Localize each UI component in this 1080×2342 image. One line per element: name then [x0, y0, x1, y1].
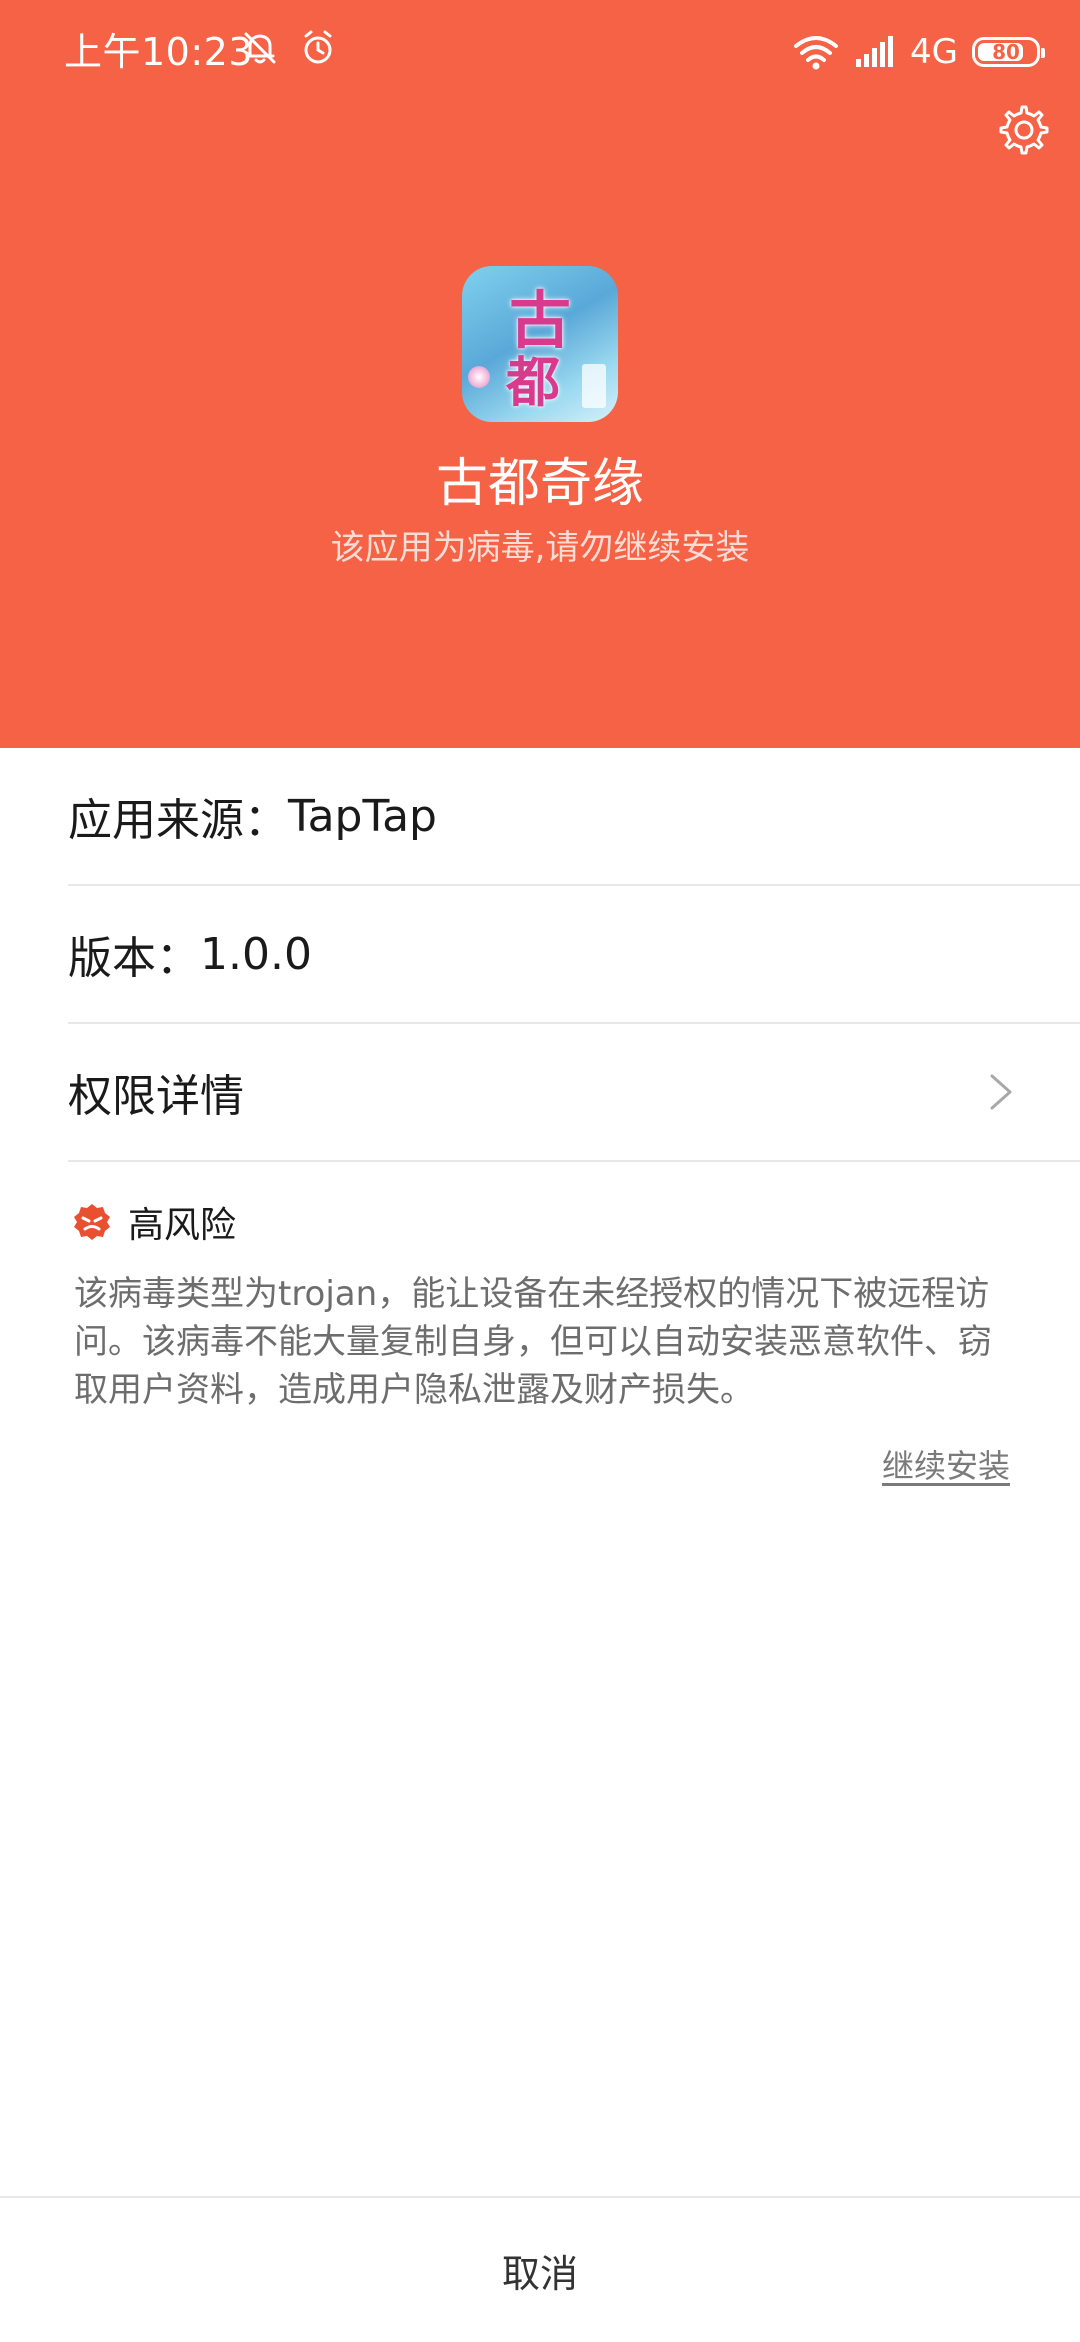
status-time: 上午10:23	[64, 30, 254, 74]
app-icon-seal	[582, 364, 606, 408]
cancel-button[interactable]: 取消	[0, 2196, 1080, 2342]
risk-badge-icon	[74, 1204, 110, 1240]
battery-level: 80	[992, 40, 1020, 64]
status-right: 4G 80	[792, 28, 1045, 76]
chevron-right-icon	[990, 1074, 1012, 1110]
permissions-row[interactable]: 权限详情	[68, 1024, 1080, 1162]
cancel-label: 取消	[501, 2251, 578, 2296]
header: 上午10:23 4G 80 古 都 古都奇缘 该应用为病毒,请勿继续安装	[0, 0, 1080, 748]
version-value: 1.0.0	[200, 928, 312, 980]
status-left-icons	[240, 28, 338, 68]
info-list: 应用来源： TapTap 版本： 1.0.0 权限详情	[0, 748, 1080, 1162]
virus-warning: 该应用为病毒,请勿继续安装	[330, 528, 750, 568]
risk-header: 高风险	[72, 1198, 236, 1246]
risk-description: 该病毒类型为trojan，能让设备在未经授权的情况下被远程访问。该病毒不能大量复…	[74, 1274, 992, 1410]
continue-install-link[interactable]: 继续安装	[882, 1444, 1010, 1488]
mute-bell-icon	[244, 32, 276, 64]
signal-icon	[856, 36, 894, 67]
app-icon: 古 都	[462, 266, 618, 422]
version-row: 版本： 1.0.0	[68, 886, 1080, 1024]
status-bar: 上午10:23 4G 80	[0, 0, 1080, 100]
app-source-row: 应用来源： TapTap	[68, 748, 1080, 886]
app-source-value: TapTap	[288, 790, 437, 842]
version-label: 版本：	[68, 933, 200, 984]
app-name: 古都奇缘	[435, 454, 644, 514]
alarm-icon	[304, 30, 332, 64]
battery-icon: 80	[972, 37, 1045, 67]
app-source-label: 应用来源：	[68, 795, 288, 846]
network-type: 4G	[910, 32, 958, 72]
permissions-label: 权限详情	[68, 1071, 244, 1122]
wifi-icon	[794, 36, 839, 70]
risk-level: 高风险	[128, 1205, 237, 1246]
gear-icon[interactable]	[996, 102, 1052, 158]
